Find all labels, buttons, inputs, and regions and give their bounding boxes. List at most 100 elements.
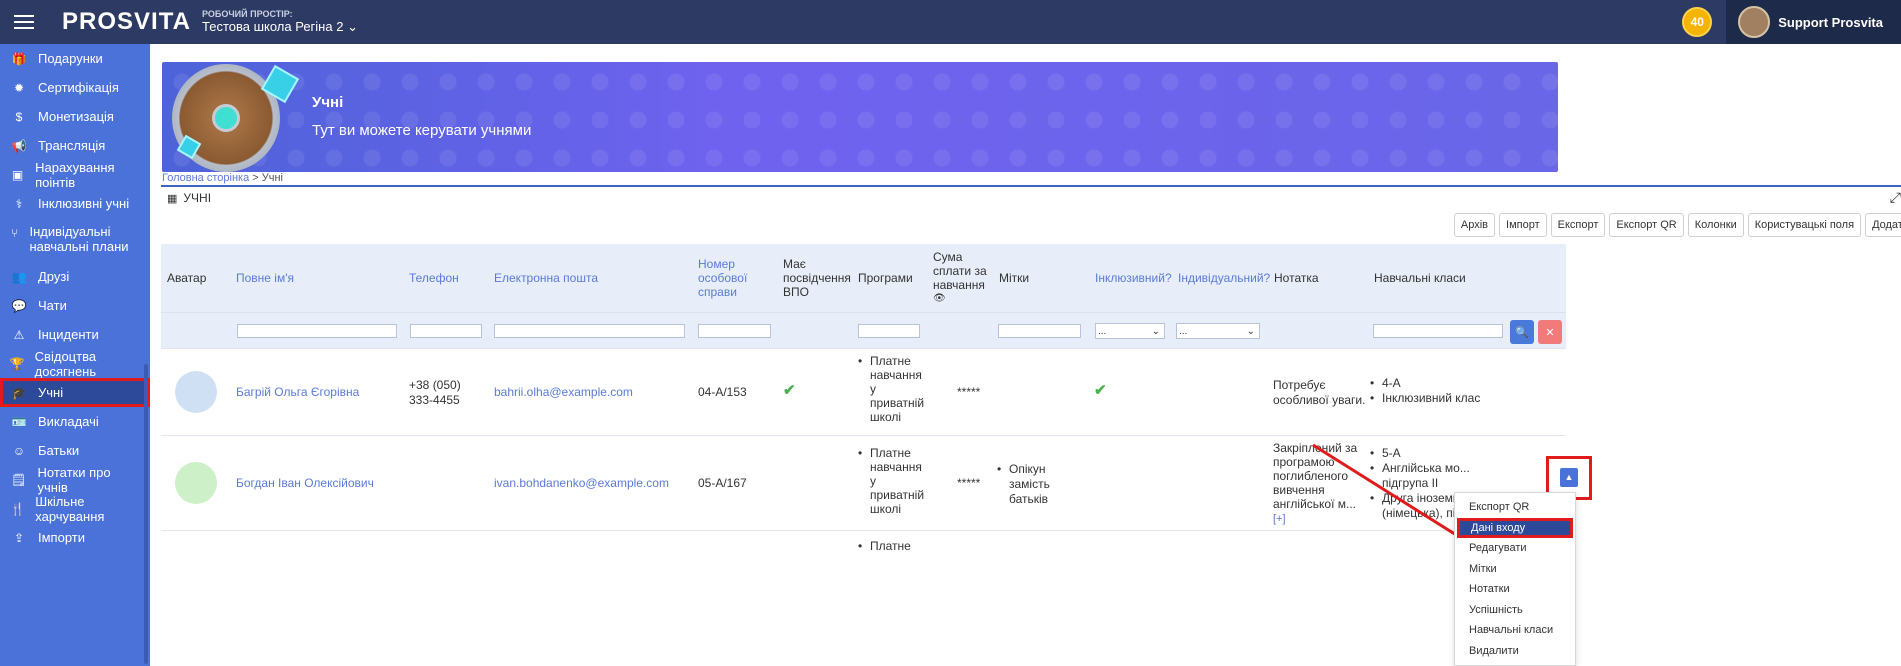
trophy-icon: 🏆 bbox=[9, 356, 25, 371]
tag-item: Опікун замість батьків bbox=[997, 462, 1085, 507]
menu-item-login-data[interactable]: Дані входу bbox=[1457, 517, 1573, 538]
sidebar-item-incidents[interactable]: ⚠ Інциденти bbox=[0, 320, 150, 349]
student-name-link[interactable]: Багрій Ольга Єгорівна bbox=[236, 385, 396, 400]
column-inclusive[interactable]: Інклюзивний? bbox=[1089, 244, 1172, 312]
column-full-name[interactable]: Повне ім'я bbox=[230, 244, 402, 312]
eye-slash-icon[interactable]: 👁 bbox=[933, 292, 946, 306]
filter-inclusive-select[interactable]: ... ⌄ bbox=[1095, 323, 1165, 339]
sidebar-item-imports[interactable]: ⇪ Імпорти bbox=[0, 523, 150, 552]
student-tuition: ***** bbox=[957, 385, 981, 399]
close-icon: ✕ bbox=[1545, 326, 1555, 339]
coins-badge[interactable]: 40 bbox=[1682, 7, 1713, 37]
page-title: Учні bbox=[312, 94, 344, 111]
menu-item-tags[interactable]: Мітки bbox=[1455, 559, 1575, 580]
sidebar-item-certification[interactable]: ✹ Сертифікація bbox=[0, 73, 150, 102]
sidebar-item-students[interactable]: 🎓 Учні bbox=[0, 378, 150, 407]
clear-filter-button[interactable]: ✕ bbox=[1538, 320, 1562, 344]
cutlery-icon: 🍴 bbox=[10, 501, 26, 516]
filter-individual-select[interactable]: ... ⌄ bbox=[1176, 323, 1260, 339]
column-phone[interactable]: Телефон bbox=[403, 244, 487, 312]
sidebar-item-label: Батьки bbox=[38, 443, 80, 458]
columns-button[interactable]: Колонки bbox=[1687, 213, 1744, 237]
column-email[interactable]: Електронна пошта bbox=[488, 244, 691, 312]
student-note: Потребує особливої уваги. bbox=[1273, 378, 1366, 407]
sidebar-item-label: Подарунки bbox=[38, 51, 103, 66]
user-menu[interactable]: Support Prosvita bbox=[1726, 0, 1901, 44]
expand-icon[interactable]: ⤢ bbox=[1890, 189, 1901, 206]
column-programs: Програми bbox=[858, 271, 913, 285]
class-item: Інклюзивний клас bbox=[1370, 391, 1510, 406]
sidebar-item-points[interactable]: ▣ Нарахування поінтів bbox=[0, 159, 150, 190]
menu-icon[interactable] bbox=[0, 0, 48, 44]
menu-item-export-qr[interactable]: Експорт QR bbox=[1455, 497, 1575, 518]
student-record-number: 05-А/167 bbox=[698, 476, 747, 490]
sidebar-item-chats[interactable]: 💬 Чати bbox=[0, 291, 150, 320]
add-button[interactable]: Додати bbox=[1865, 213, 1901, 237]
sidebar-item-inclusive[interactable]: ⚕ Інклюзивні учні bbox=[0, 189, 150, 218]
sidebar-item-label: Індивідуальні навчальні плани bbox=[29, 224, 129, 254]
column-note: Нотатка bbox=[1274, 271, 1319, 285]
checkmark-icon: ✔ bbox=[783, 382, 796, 399]
certificate-icon: ✹ bbox=[13, 80, 25, 95]
sidebar-item-achievements[interactable]: 🏆 Свідоцтва досягнень bbox=[0, 349, 150, 379]
student-email[interactable]: bahrii.olha@example.com bbox=[494, 385, 689, 400]
sidebar-item-label: Нарахування поінтів bbox=[35, 159, 115, 190]
warning-icon: ⚠ bbox=[13, 327, 25, 342]
archive-button[interactable]: Архів bbox=[1453, 213, 1496, 237]
sidebar-item-friends[interactable]: 👥 Друзі bbox=[0, 262, 150, 291]
filter-phone-input[interactable] bbox=[410, 324, 482, 338]
sidebar-item-label: Імпорти bbox=[38, 530, 85, 545]
sidebar-item-gifts[interactable]: 🎁 Подарунки bbox=[0, 44, 150, 73]
filter-name-input[interactable] bbox=[237, 324, 397, 338]
menu-item-delete[interactable]: Видалити bbox=[1455, 641, 1575, 662]
note-expand-link[interactable]: [+] bbox=[1273, 513, 1286, 525]
filter-tags-input[interactable] bbox=[998, 324, 1081, 338]
student-name-link[interactable]: Богдан Іван Олексійович bbox=[236, 476, 396, 491]
chevron-down-icon: ⌄ bbox=[1246, 325, 1255, 337]
student-note: Закріплений за програмою поглибленого ви… bbox=[1273, 441, 1367, 526]
upload-icon: ⇪ bbox=[13, 530, 25, 545]
student-phone: +38 (050) 333-4455 bbox=[409, 378, 461, 407]
page-subtitle: Тут ви можете керувати учнями bbox=[312, 122, 532, 139]
breadcrumb-home-link[interactable]: Головна сторінка bbox=[162, 172, 249, 184]
search-button[interactable]: 🔍 bbox=[1510, 320, 1534, 344]
column-record-number[interactable]: Номер особової справи bbox=[692, 244, 776, 312]
filter-email-input[interactable] bbox=[494, 324, 685, 338]
import-button[interactable]: Імпорт bbox=[1499, 213, 1547, 237]
sidebar-item-school-meals[interactable]: 🍴 Шкільне харчування bbox=[0, 493, 150, 524]
top-bar: PROSVITA РОБОЧИЙ ПРОСТІР: Тестова школа … bbox=[0, 0, 1901, 44]
menu-item-classes[interactable]: Навчальні класи bbox=[1455, 620, 1575, 641]
sidebar-scrollbar[interactable] bbox=[144, 364, 148, 664]
logo[interactable]: PROSVITA bbox=[62, 8, 192, 36]
workspace-selector[interactable]: РОБОЧИЙ ПРОСТІР: Тестова школа Регіна 2 … bbox=[202, 9, 358, 35]
money-icon: ▣ bbox=[11, 167, 24, 182]
sidebar-item-parents[interactable]: ☺ Батьки bbox=[0, 436, 150, 465]
sidebar-item-student-notes[interactable]: 🗒 Нотатки про учнів bbox=[0, 465, 150, 495]
sidebar-item-label: Монетизація bbox=[38, 109, 114, 124]
export-qr-button[interactable]: Експорт QR bbox=[1609, 213, 1684, 237]
filter-classes-input[interactable] bbox=[1373, 324, 1503, 338]
chevron-down-icon: ⌄ bbox=[347, 19, 358, 34]
sidebar-item-monetization[interactable]: $ Монетизація bbox=[0, 102, 150, 131]
main-content: Учні Тут ви можете керувати учнями Голов… bbox=[150, 44, 1901, 666]
sidebar-item-teachers[interactable]: 🪪 Викладачі bbox=[0, 407, 150, 436]
table-row[interactable]: Платне bbox=[161, 530, 1566, 570]
column-individual[interactable]: Індивідуальний? bbox=[1172, 244, 1270, 312]
table-row[interactable]: Богдан Іван Олексійович ivan.bohdanenko@… bbox=[161, 435, 1566, 530]
export-button[interactable]: Експорт bbox=[1550, 213, 1606, 237]
sidebar-item-broadcast[interactable]: 📢 Трансляція bbox=[0, 131, 150, 160]
panel-title: УЧНІ bbox=[183, 191, 212, 205]
custom-fields-button[interactable]: Користувацькі поля bbox=[1747, 213, 1862, 237]
gift-icon: 🎁 bbox=[11, 51, 27, 66]
filter-programs-input[interactable] bbox=[858, 324, 920, 338]
sidebar-item-label: Шкільне харчування bbox=[35, 493, 105, 524]
menu-item-notes[interactable]: Нотатки bbox=[1455, 579, 1575, 600]
menu-item-performance[interactable]: Успішність bbox=[1455, 600, 1575, 621]
sidebar-item-individual-plans[interactable]: ⑂ Індивідуальні навчальні плани bbox=[0, 218, 150, 262]
filter-record-input[interactable] bbox=[698, 324, 771, 338]
menu-item-edit[interactable]: Редагувати bbox=[1455, 538, 1575, 559]
student-email[interactable]: ivan.bohdanenko@example.com bbox=[494, 476, 689, 491]
sidebar-item-label: Викладачі bbox=[38, 414, 99, 429]
workspace-value: Тестова школа Регіна 2 bbox=[202, 19, 344, 34]
table-row[interactable]: Багрій Ольга Єгорівна +38 (050) 333-4455… bbox=[161, 348, 1566, 435]
